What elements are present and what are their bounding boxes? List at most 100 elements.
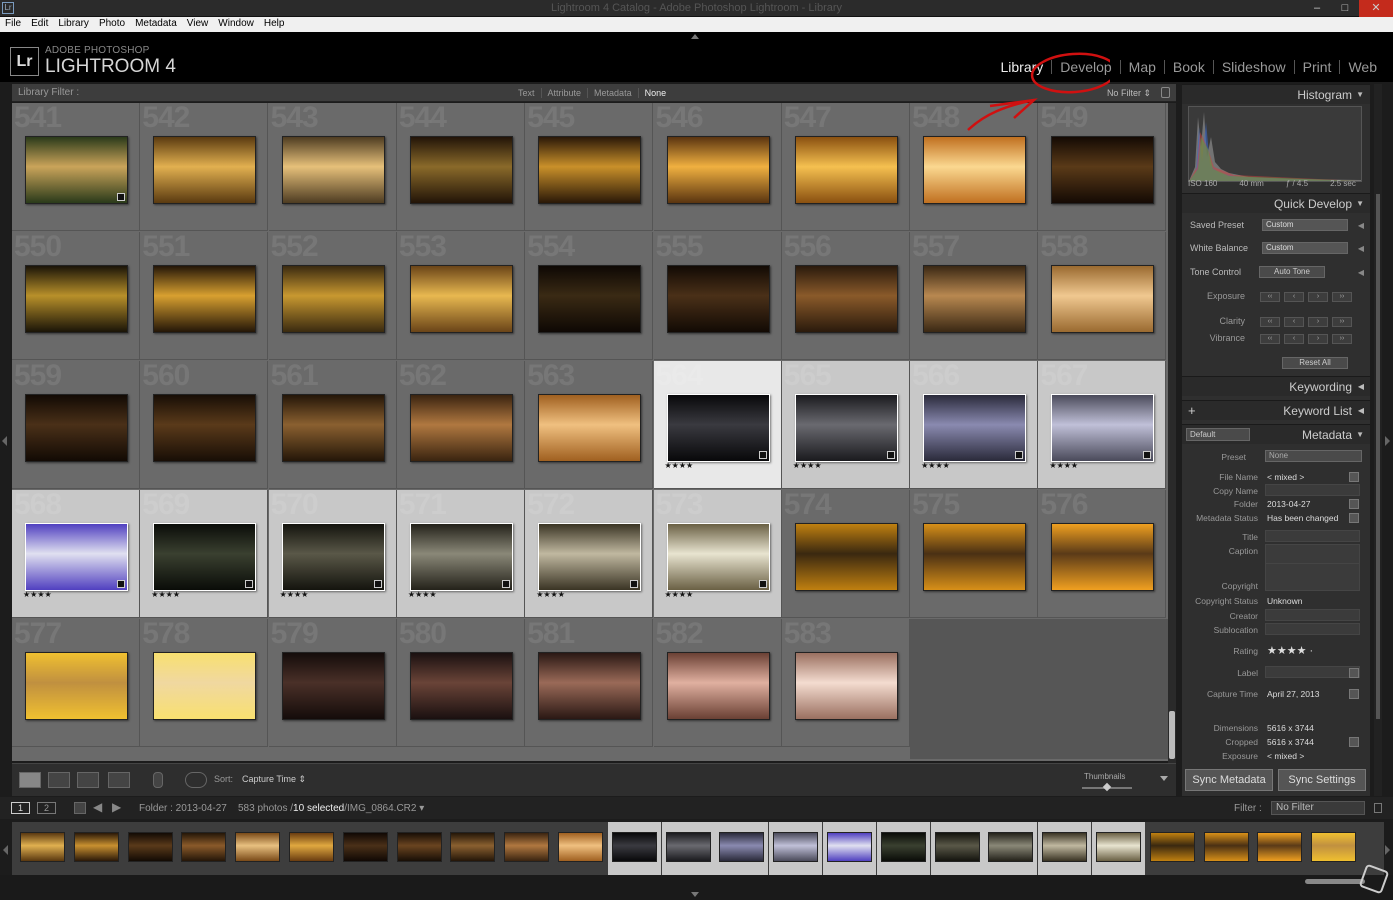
filter-lock-icon[interactable] xyxy=(1161,87,1170,98)
screen-2-button[interactable]: 2 xyxy=(37,802,56,814)
sync-metadata-button[interactable]: Sync Metadata xyxy=(1185,769,1273,791)
develop-settings-badge-icon[interactable] xyxy=(245,580,254,588)
filmstrip-cell[interactable] xyxy=(339,822,392,875)
menu-edit[interactable]: Edit xyxy=(26,17,53,30)
develop-settings-badge-icon[interactable] xyxy=(501,580,510,588)
grid-cell[interactable]: 545 xyxy=(525,103,654,231)
grid-cell[interactable]: 567 ★★★★ xyxy=(1038,361,1167,489)
auto-tone-button[interactable]: Auto Tone xyxy=(1259,266,1325,278)
filmstrip-thumbnail[interactable] xyxy=(1096,832,1141,862)
metadata-value[interactable]: < mixed > xyxy=(1267,751,1304,761)
grid-cell[interactable]: 560 xyxy=(140,361,269,489)
photo-thumbnail[interactable] xyxy=(25,136,128,204)
photo-thumbnail[interactable] xyxy=(409,136,513,204)
metadata-value[interactable]: April 27, 2013 xyxy=(1267,689,1319,699)
grid-cell[interactable]: 548 xyxy=(910,103,1039,231)
toolbar-menu-chevron-icon[interactable] xyxy=(1160,776,1168,781)
sort-direction-icon[interactable] xyxy=(185,772,207,788)
metadata-action-icon[interactable] xyxy=(1349,499,1359,509)
maximize-button[interactable]: □ xyxy=(1331,0,1359,17)
photo-thumbnail[interactable] xyxy=(281,265,385,333)
develop-settings-badge-icon[interactable] xyxy=(1143,451,1152,459)
filter-text[interactable]: Text xyxy=(512,88,541,98)
thumbnail-slider-handle[interactable] xyxy=(1102,782,1112,792)
filmstrip-cell[interactable] xyxy=(446,822,499,875)
minimize-button[interactable]: – xyxy=(1303,0,1331,17)
develop-settings-badge-icon[interactable] xyxy=(758,580,767,588)
grid-cell[interactable]: 573 ★★★★ xyxy=(653,490,782,618)
metadata-action-icon[interactable] xyxy=(1349,472,1359,482)
photo-thumbnail[interactable] xyxy=(538,394,642,462)
photo-thumbnail[interactable] xyxy=(1051,523,1155,591)
grid-scrollbar[interactable] xyxy=(1168,103,1176,763)
photo-thumbnail[interactable] xyxy=(666,394,770,462)
filmstrip-thumbnail[interactable] xyxy=(988,832,1034,862)
filmstrip-cell[interactable] xyxy=(177,822,230,875)
photo-thumbnail[interactable] xyxy=(538,523,642,591)
photo-thumbnail[interactable] xyxy=(923,265,1027,333)
grid-scroll-thumb[interactable] xyxy=(1169,711,1175,759)
develop-settings-badge-icon[interactable] xyxy=(373,580,382,588)
photo-thumbnail[interactable] xyxy=(25,652,128,720)
filmstrip-thumbnail[interactable] xyxy=(611,832,657,862)
filmstrip-scrollbar[interactable] xyxy=(1305,879,1365,884)
photo-thumbnail[interactable] xyxy=(794,394,898,462)
photo-thumbnail[interactable] xyxy=(794,523,898,591)
metadata-value[interactable]: Unknown xyxy=(1267,596,1302,606)
photo-thumbnail[interactable] xyxy=(666,136,770,204)
grid-cell[interactable]: 549 xyxy=(1038,103,1167,231)
filmstrip-thumbnail[interactable] xyxy=(1257,832,1303,862)
bottom-panel-toggle-icon[interactable] xyxy=(691,892,699,897)
star-rating[interactable]: ★★★★ xyxy=(1049,461,1078,470)
photo-thumbnail[interactable] xyxy=(794,265,898,333)
menu-window[interactable]: Window xyxy=(213,17,259,30)
survey-view-icon[interactable] xyxy=(108,772,130,788)
grid-cell[interactable]: 577 xyxy=(12,619,140,747)
filter-metadata[interactable]: Metadata xyxy=(587,88,638,98)
filmstrip-lock-icon[interactable] xyxy=(1374,803,1382,813)
filmstrip-thumbnail[interactable] xyxy=(396,832,442,862)
metadata-field[interactable] xyxy=(1265,563,1360,591)
top-panel-toggle-icon[interactable] xyxy=(691,34,699,39)
metadata-preset-dropdown[interactable]: None xyxy=(1265,450,1362,462)
module-web[interactable]: Web xyxy=(1339,60,1385,74)
photo-thumbnail[interactable] xyxy=(25,394,128,462)
metadata-header[interactable]: Default Metadata ▼ xyxy=(1182,424,1370,444)
photo-thumbnail[interactable] xyxy=(281,652,385,720)
filmstrip-cell[interactable] xyxy=(1038,822,1092,875)
grid-cell[interactable]: 578 xyxy=(140,619,269,747)
filter-attribute[interactable]: Attribute xyxy=(540,88,588,98)
photo-thumbnail[interactable] xyxy=(409,265,513,333)
photo-thumbnail[interactable] xyxy=(25,265,128,333)
grid-cell[interactable]: 553 xyxy=(396,232,525,360)
photo-thumbnail[interactable] xyxy=(281,394,385,462)
photo-thumbnail[interactable] xyxy=(409,394,513,462)
star-rating[interactable]: ★★★★ xyxy=(280,590,309,599)
metadata-action-icon[interactable] xyxy=(1349,668,1359,678)
filmstrip-cell[interactable] xyxy=(769,822,823,875)
develop-settings-badge-icon[interactable] xyxy=(886,451,895,459)
develop-settings-badge-icon[interactable] xyxy=(630,580,639,588)
filmstrip-thumbnail[interactable] xyxy=(1311,832,1357,862)
photo-thumbnail[interactable] xyxy=(25,523,128,591)
filmstrip-thumbnail[interactable] xyxy=(1203,832,1249,862)
filmstrip-cell[interactable] xyxy=(124,822,177,875)
compare-view-icon[interactable] xyxy=(77,772,99,788)
grid-cell[interactable]: 557 xyxy=(910,232,1039,360)
grid-cell[interactable]: 552 xyxy=(268,232,397,360)
module-map[interactable]: Map xyxy=(1119,60,1164,74)
filmstrip-thumbnail[interactable] xyxy=(1149,832,1195,862)
metadata-field[interactable] xyxy=(1265,530,1360,542)
metadata-value[interactable]: 2013-04-27 xyxy=(1267,499,1310,509)
photo-thumbnail[interactable] xyxy=(153,136,257,204)
photo-thumbnail[interactable] xyxy=(409,652,513,720)
photo-thumbnail[interactable] xyxy=(281,136,385,204)
expand-triangle-icon[interactable]: ◀ xyxy=(1358,221,1364,230)
develop-settings-badge-icon[interactable] xyxy=(758,451,767,459)
metadata-action-icon[interactable] xyxy=(1349,737,1359,747)
keyword-list-header[interactable]: + Keyword List ◀ xyxy=(1182,400,1370,420)
develop-settings-badge-icon[interactable] xyxy=(117,580,125,588)
keywording-header[interactable]: Keywording ◀ xyxy=(1182,376,1370,396)
photo-thumbnail[interactable] xyxy=(923,394,1027,462)
white-balance-dropdown[interactable]: Custom xyxy=(1262,242,1348,254)
